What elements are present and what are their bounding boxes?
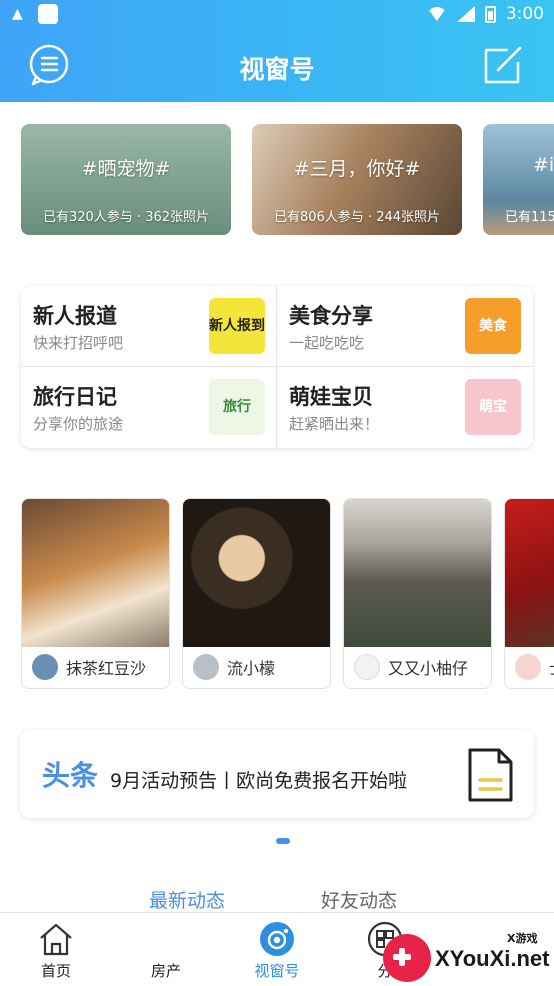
pager-indicator bbox=[276, 838, 290, 844]
nav-label: 房产 bbox=[150, 962, 181, 980]
topic-stat: 已有115 bbox=[505, 210, 554, 225]
headline-text: 9月活动预告丨欧尚免费报名开始啦 bbox=[110, 770, 408, 792]
gamepad-icon bbox=[383, 934, 431, 982]
tab-latest[interactable]: 最新动态 bbox=[149, 886, 225, 913]
topic-stat: 已有320人参与 · 362张照片 bbox=[42, 210, 210, 225]
category-thumbnail: 旅行 bbox=[209, 379, 265, 435]
notification-icon: ▲ bbox=[12, 6, 23, 22]
battery-icon bbox=[484, 5, 496, 23]
topic-card[interactable]: #晒宠物# 已有320人参与 · 362张照片 bbox=[21, 124, 231, 235]
category-subtitle: 赶紧晒出来！ bbox=[289, 415, 380, 433]
app-header: ▲ 3:00 视窗号 bbox=[0, 0, 554, 102]
nav-label: 首页 bbox=[40, 962, 71, 980]
category-name: 美食分享 bbox=[289, 304, 373, 328]
avatar bbox=[32, 654, 58, 680]
nav-home[interactable]: 首页 bbox=[16, 913, 96, 986]
headline-label: 头条 bbox=[42, 759, 99, 792]
avatar bbox=[193, 654, 219, 680]
category-new-member[interactable]: 新人报道 快来打招呼吧 新人报到 bbox=[21, 286, 277, 366]
home-icon bbox=[40, 923, 72, 956]
author-name: 流小檬 bbox=[227, 659, 276, 678]
photo-image bbox=[505, 499, 554, 647]
nav-label: 视窗号 bbox=[254, 962, 300, 980]
photo-author: 又又小柚仔 bbox=[354, 654, 468, 680]
photo-card[interactable]: 流小檬 bbox=[182, 498, 331, 689]
document-icon bbox=[468, 748, 513, 802]
photo-carousel[interactable]: 抹茶红豆沙 流小檬 又又小柚仔 士 bbox=[21, 498, 554, 690]
watermark-site: XYouXi.net bbox=[435, 946, 550, 971]
status-right: 3:00 bbox=[426, 4, 544, 24]
topic-carousel[interactable]: #晒宠物# 已有320人参与 · 362张照片 #三月，你好# 已有806人参与… bbox=[21, 124, 554, 236]
watermark-small: X游戏 bbox=[507, 932, 538, 945]
nav-channel[interactable]: 视窗号 bbox=[237, 913, 317, 986]
edit-icon[interactable] bbox=[482, 44, 524, 86]
avatar bbox=[515, 654, 541, 680]
status-bar: ▲ 3:00 bbox=[0, 0, 554, 30]
category-name: 新人报道 bbox=[33, 304, 117, 328]
headline-banner[interactable]: 头条 9月活动预告丨欧尚免费报名开始啦 bbox=[20, 730, 534, 818]
status-time: 3:00 bbox=[505, 4, 544, 24]
author-name: 士 bbox=[549, 655, 554, 679]
topic-tag: #晒宠物# bbox=[81, 158, 171, 180]
category-subtitle: 一起吃吃吃 bbox=[289, 334, 365, 352]
category-thumbnail: 萌宝 bbox=[465, 379, 521, 435]
category-grid: 新人报道 快来打招呼吧 新人报到 美食分享 一起吃吃吃 美食 旅行日记 分享你的… bbox=[21, 286, 533, 448]
photo-card[interactable]: 抹茶红豆沙 bbox=[21, 498, 170, 689]
photo-author: 抹茶红豆沙 bbox=[32, 654, 146, 680]
author-name: 又又小柚仔 bbox=[388, 659, 469, 678]
category-subtitle: 分享你的旅途 bbox=[33, 415, 124, 433]
wifi-icon bbox=[426, 7, 447, 21]
photo-image bbox=[183, 499, 330, 647]
category-food[interactable]: 美食分享 一起吃吃吃 美食 bbox=[277, 286, 533, 366]
watermark: XYouXi.net X游戏 bbox=[383, 930, 551, 984]
tab-friends[interactable]: 好友动态 bbox=[321, 886, 397, 913]
topic-tag: #三月，你好# bbox=[293, 158, 421, 180]
category-thumbnail: 美食 bbox=[465, 298, 521, 354]
topic-stat: 已有806人参与 · 244张照片 bbox=[273, 210, 441, 225]
category-kids[interactable]: 萌娃宝贝 赶紧晒出来！ 萌宝 bbox=[277, 367, 533, 447]
category-travel[interactable]: 旅行日记 分享你的旅途 旅行 bbox=[21, 367, 277, 447]
author-name: 抹茶红豆沙 bbox=[66, 659, 147, 678]
signal-icon bbox=[456, 6, 475, 22]
nav-property[interactable]: 房产 bbox=[126, 913, 206, 986]
channel-icon bbox=[260, 922, 294, 956]
photo-author: 流小檬 bbox=[193, 654, 275, 680]
category-thumbnail: 新人报到 bbox=[209, 298, 265, 354]
category-subtitle: 快来打招呼吧 bbox=[33, 334, 124, 352]
page-title: 视窗号 bbox=[239, 55, 315, 84]
photo-card[interactable]: 士 bbox=[504, 498, 554, 689]
topic-card[interactable]: #i 已有115 bbox=[483, 124, 554, 235]
avatar bbox=[354, 654, 380, 680]
photo-author: 士 bbox=[515, 654, 554, 680]
topic-card[interactable]: #三月，你好# 已有806人参与 · 244张照片 bbox=[252, 124, 462, 235]
photo-card[interactable]: 又又小柚仔 bbox=[343, 498, 492, 689]
category-name: 旅行日记 bbox=[33, 385, 117, 409]
photo-image bbox=[344, 499, 491, 647]
category-name: 萌娃宝贝 bbox=[289, 385, 373, 409]
app-notification-icon bbox=[38, 4, 58, 24]
photo-image bbox=[22, 499, 169, 647]
topic-tag: #i bbox=[533, 154, 554, 176]
